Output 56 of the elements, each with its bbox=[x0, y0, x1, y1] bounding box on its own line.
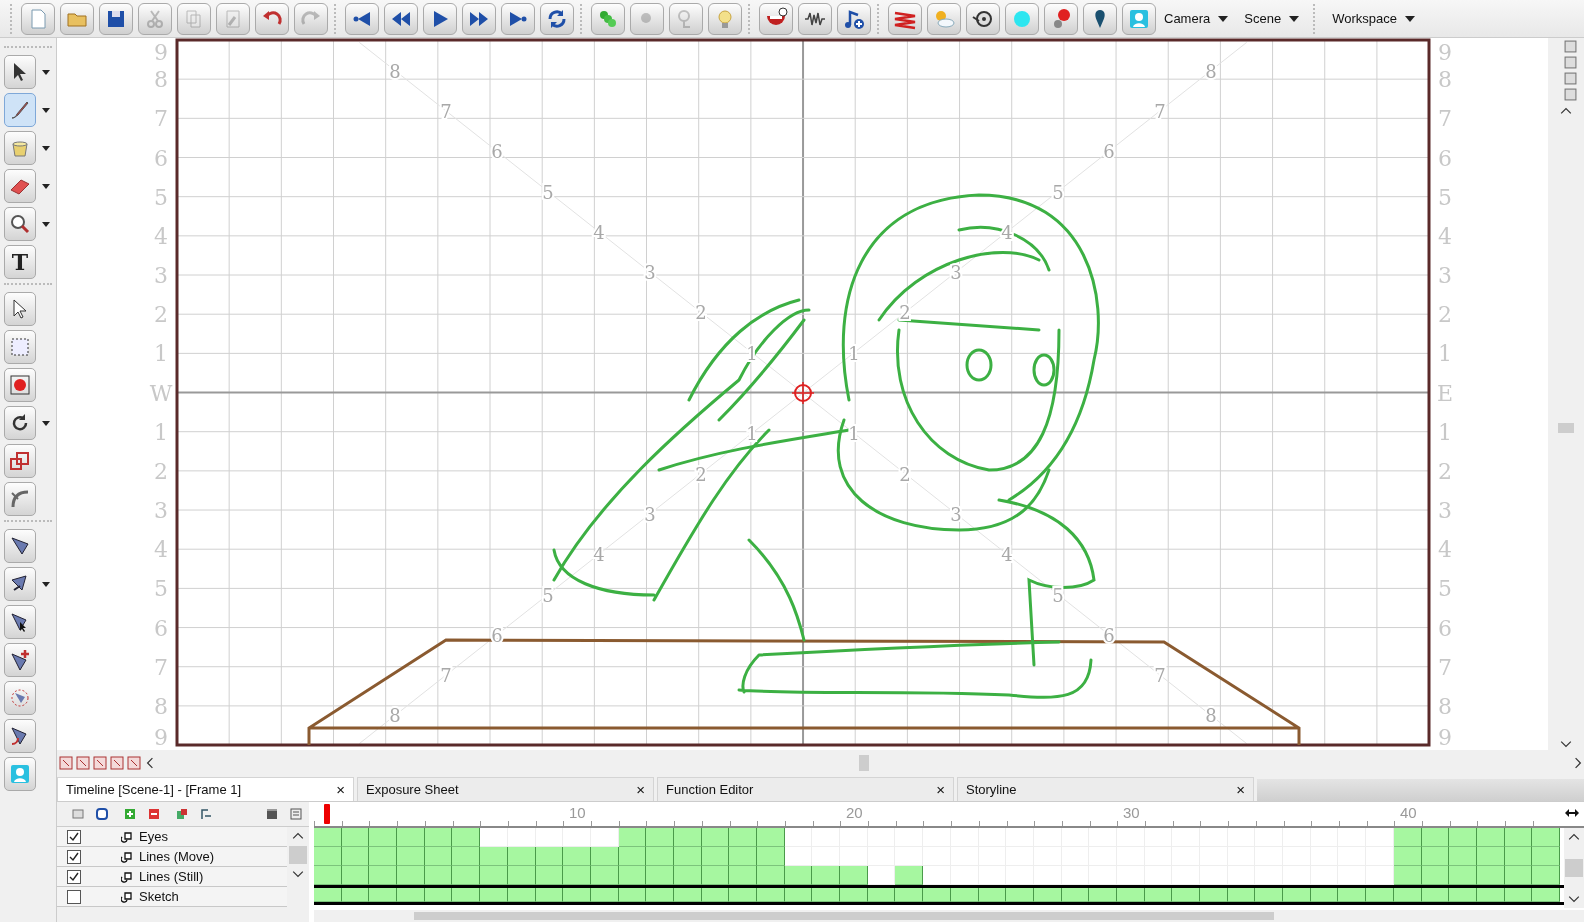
layer-name: Lines (Move) bbox=[139, 849, 215, 864]
field-number: 7 bbox=[440, 665, 452, 687]
frame-number: 20 bbox=[844, 804, 864, 821]
layer-name: Lines (Still) bbox=[139, 869, 204, 884]
tab-label[interactable]: Storyline bbox=[966, 782, 1017, 797]
panel-tab[interactable]: Function Editor × bbox=[657, 777, 954, 801]
field-number: 2 bbox=[899, 463, 911, 485]
frame-number: 10 bbox=[567, 804, 587, 821]
field-number: 4 bbox=[1001, 544, 1013, 566]
field-number: 4 bbox=[593, 544, 605, 566]
field-number: 3 bbox=[644, 503, 656, 525]
field-number: 7 bbox=[440, 100, 452, 122]
close-button[interactable]: × bbox=[936, 781, 945, 798]
close-button[interactable]: × bbox=[636, 781, 645, 798]
field-number: 8 bbox=[389, 60, 401, 82]
tab-label[interactable]: Timeline [Scene-1] - [Frame 1] bbox=[66, 782, 242, 797]
layer-row[interactable]: Eyes bbox=[57, 827, 287, 847]
field-number: 3 bbox=[644, 262, 656, 284]
field-number: 3 bbox=[950, 503, 962, 525]
field-number: 4 bbox=[593, 221, 605, 243]
field-number: 1 bbox=[848, 342, 860, 364]
field-number: 6 bbox=[491, 141, 503, 163]
field-number: 3 bbox=[950, 262, 962, 284]
field-number: 8 bbox=[1205, 705, 1217, 727]
field-number: 8 bbox=[389, 705, 401, 727]
field-number: 5 bbox=[1052, 181, 1064, 203]
field-number: 5 bbox=[542, 584, 554, 606]
field-number: 2 bbox=[695, 302, 707, 324]
field-number: 2 bbox=[899, 302, 911, 324]
menu-dropdown[interactable]: Scene bbox=[1236, 11, 1308, 26]
menu-dropdown[interactable]: Camera bbox=[1156, 11, 1237, 26]
frame-number: 30 bbox=[1121, 804, 1141, 821]
text-tool-button[interactable]: T bbox=[4, 245, 36, 279]
field-number: 5 bbox=[542, 181, 554, 203]
tab-label[interactable]: Function Editor bbox=[666, 782, 754, 797]
menu-dropdown[interactable]: Workspace bbox=[1324, 11, 1423, 26]
field-number: 6 bbox=[1103, 141, 1115, 163]
field-number: 1 bbox=[746, 423, 758, 445]
panel-tab[interactable]: Exposure Sheet × bbox=[357, 777, 654, 801]
field-number: 7 bbox=[1154, 100, 1166, 122]
layer-row[interactable]: Sketch bbox=[57, 887, 287, 907]
field-number: 1 bbox=[848, 423, 860, 445]
field-number: 5 bbox=[1052, 584, 1064, 606]
close-button[interactable]: × bbox=[1236, 781, 1245, 798]
field-number: 7 bbox=[1154, 665, 1166, 687]
layer-name: Eyes bbox=[139, 829, 168, 844]
field-number: 2 bbox=[695, 463, 707, 485]
field-number: 8 bbox=[1205, 60, 1217, 82]
close-button[interactable]: × bbox=[336, 781, 345, 798]
panel-tab[interactable]: Timeline [Scene-1] - [Frame 1] × bbox=[57, 777, 354, 801]
panel-tab[interactable]: Storyline × bbox=[957, 777, 1254, 801]
layer-row[interactable]: Lines (Still) bbox=[57, 867, 287, 887]
frame-number: 40 bbox=[1398, 804, 1418, 821]
layer-name: Sketch bbox=[139, 889, 179, 904]
layer-row[interactable]: Lines (Move) bbox=[57, 847, 287, 867]
tab-label[interactable]: Exposure Sheet bbox=[366, 782, 459, 797]
